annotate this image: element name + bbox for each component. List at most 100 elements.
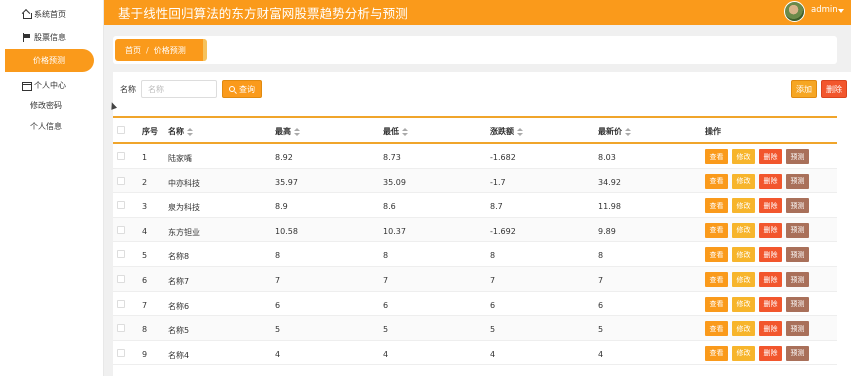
avatar[interactable] bbox=[784, 1, 805, 22]
table-row: 3 泉为科技 8.9 8.6 8.7 11.98 查看 修改 删除 预测 bbox=[113, 193, 837, 218]
cell-change: 6 bbox=[490, 300, 496, 310]
cell-latest: 5 bbox=[598, 325, 604, 335]
view-button[interactable]: 查看 bbox=[705, 321, 728, 337]
batch-delete-button[interactable]: 删除 bbox=[821, 80, 847, 98]
edit-button[interactable]: 修改 bbox=[732, 247, 755, 263]
column-header-latest[interactable]: 最新价 bbox=[598, 126, 631, 137]
query-button-label: 查询 bbox=[239, 84, 255, 94]
delete-button[interactable]: 删除 bbox=[759, 222, 782, 238]
edit-button[interactable]: 修改 bbox=[732, 321, 755, 337]
cell-low: 35.09 bbox=[383, 177, 406, 187]
row-checkbox[interactable] bbox=[117, 324, 125, 333]
table-row: 5 名称8 8 8 8 8 查看 修改 删除 预测 bbox=[113, 242, 837, 267]
sidebar-item-label: 个人中心 bbox=[34, 80, 66, 90]
predict-button[interactable]: 预测 bbox=[786, 345, 809, 361]
flag-icon bbox=[22, 32, 31, 42]
search-input[interactable] bbox=[141, 80, 217, 98]
cell-no: 5 bbox=[142, 251, 148, 261]
cell-no: 8 bbox=[142, 325, 148, 335]
view-button[interactable]: 查看 bbox=[705, 247, 728, 263]
sidebar: 系统首页 股票信息 价格预测 个人中心 修改密码 个人信息 bbox=[0, 0, 104, 376]
sidebar-item-label: 系统首页 bbox=[34, 9, 66, 19]
row-checkbox[interactable] bbox=[117, 176, 125, 185]
delete-button[interactable]: 删除 bbox=[759, 149, 782, 164]
edit-button[interactable]: 修改 bbox=[732, 272, 755, 287]
view-button[interactable]: 查看 bbox=[705, 222, 728, 238]
edit-button[interactable]: 修改 bbox=[732, 222, 755, 238]
search-label: 名称 bbox=[120, 85, 136, 94]
caret-down-icon[interactable] bbox=[838, 9, 844, 13]
sort-icon[interactable] bbox=[294, 127, 300, 136]
sidebar-item-price-predict[interactable]: 价格预测 bbox=[5, 49, 94, 72]
sidebar-subitem-change-password[interactable]: 修改密码 bbox=[0, 94, 104, 116]
row-checkbox[interactable] bbox=[117, 250, 125, 259]
view-button[interactable]: 查看 bbox=[705, 198, 728, 214]
edit-button[interactable]: 修改 bbox=[732, 149, 755, 164]
delete-button[interactable]: 删除 bbox=[759, 321, 782, 337]
column-header-low[interactable]: 最低 bbox=[383, 126, 408, 137]
sidebar-item-label: 修改密码 bbox=[30, 100, 62, 110]
delete-button[interactable]: 删除 bbox=[759, 345, 782, 361]
sidebar-item-stock-info[interactable]: 股票信息 bbox=[0, 26, 104, 48]
row-checkbox[interactable] bbox=[117, 152, 125, 160]
home-icon bbox=[22, 10, 32, 19]
view-button[interactable]: 查看 bbox=[705, 149, 728, 164]
delete-button[interactable]: 删除 bbox=[759, 272, 782, 287]
cell-low: 8.73 bbox=[383, 153, 401, 162]
user-name[interactable]: admin bbox=[811, 5, 838, 15]
breadcrumb-home[interactable]: 首页 bbox=[125, 45, 141, 56]
sort-icon[interactable] bbox=[187, 127, 193, 136]
column-header-name[interactable]: 名称 bbox=[168, 126, 193, 137]
sidebar-subitem-personal-info[interactable]: 个人信息 bbox=[0, 115, 104, 137]
cell-no: 4 bbox=[142, 226, 148, 236]
sort-icon[interactable] bbox=[625, 127, 631, 136]
cell-name: 名称8 bbox=[168, 252, 190, 262]
table-row: 7 名称6 6 6 6 6 查看 修改 删除 预测 bbox=[113, 291, 837, 317]
delete-button[interactable]: 删除 bbox=[759, 296, 782, 312]
predict-button[interactable]: 预测 bbox=[786, 149, 809, 164]
add-button[interactable]: 添加 bbox=[791, 80, 817, 98]
predict-button[interactable]: 预测 bbox=[786, 272, 809, 287]
column-header-high[interactable]: 最高 bbox=[275, 126, 300, 137]
cell-name: 名称7 bbox=[168, 277, 190, 286]
edit-button[interactable]: 修改 bbox=[732, 345, 755, 361]
row-checkbox[interactable] bbox=[117, 348, 125, 357]
sort-icon[interactable] bbox=[517, 127, 523, 136]
predict-button[interactable]: 预测 bbox=[786, 198, 809, 214]
sidebar-item-personal-center[interactable]: 个人中心 bbox=[0, 74, 104, 96]
cell-latest: 8 bbox=[598, 251, 604, 261]
sidebar-item-home[interactable]: 系统首页 bbox=[0, 3, 104, 25]
cell-high: 8.92 bbox=[275, 153, 293, 162]
delete-button[interactable]: 删除 bbox=[759, 173, 782, 189]
cell-low: 7 bbox=[383, 276, 389, 285]
query-button[interactable]: 查询 bbox=[222, 80, 262, 98]
edit-button[interactable]: 修改 bbox=[732, 296, 755, 312]
delete-button[interactable]: 删除 bbox=[759, 198, 782, 214]
row-checkbox[interactable] bbox=[117, 201, 125, 210]
predict-button[interactable]: 预测 bbox=[786, 296, 809, 312]
cell-latest: 4 bbox=[598, 349, 604, 359]
predict-button[interactable]: 预测 bbox=[786, 321, 809, 337]
predict-button[interactable]: 预测 bbox=[786, 247, 809, 263]
column-header-change[interactable]: 涨跌额 bbox=[490, 126, 523, 137]
delete-button[interactable]: 删除 bbox=[759, 247, 782, 263]
cell-low: 8 bbox=[383, 251, 389, 261]
view-button[interactable]: 查看 bbox=[705, 345, 728, 361]
predict-button[interactable]: 预测 bbox=[786, 222, 809, 238]
cell-high: 6 bbox=[275, 300, 281, 310]
cell-change: -1.7 bbox=[490, 177, 506, 187]
view-button[interactable]: 查看 bbox=[705, 173, 728, 189]
view-button[interactable]: 查看 bbox=[705, 272, 728, 287]
edit-button[interactable]: 修改 bbox=[732, 198, 755, 214]
row-checkbox[interactable] bbox=[117, 299, 125, 308]
select-all-checkbox[interactable] bbox=[117, 126, 125, 134]
row-checkbox[interactable] bbox=[117, 225, 125, 234]
cell-change: 4 bbox=[490, 349, 496, 359]
view-button[interactable]: 查看 bbox=[705, 296, 728, 312]
edit-button[interactable]: 修改 bbox=[732, 173, 755, 189]
sort-icon[interactable] bbox=[402, 127, 408, 136]
cell-high: 10.58 bbox=[275, 226, 298, 236]
column-header-actions: 操作 bbox=[705, 127, 721, 136]
predict-button[interactable]: 预测 bbox=[786, 173, 809, 189]
row-checkbox[interactable] bbox=[117, 275, 125, 283]
